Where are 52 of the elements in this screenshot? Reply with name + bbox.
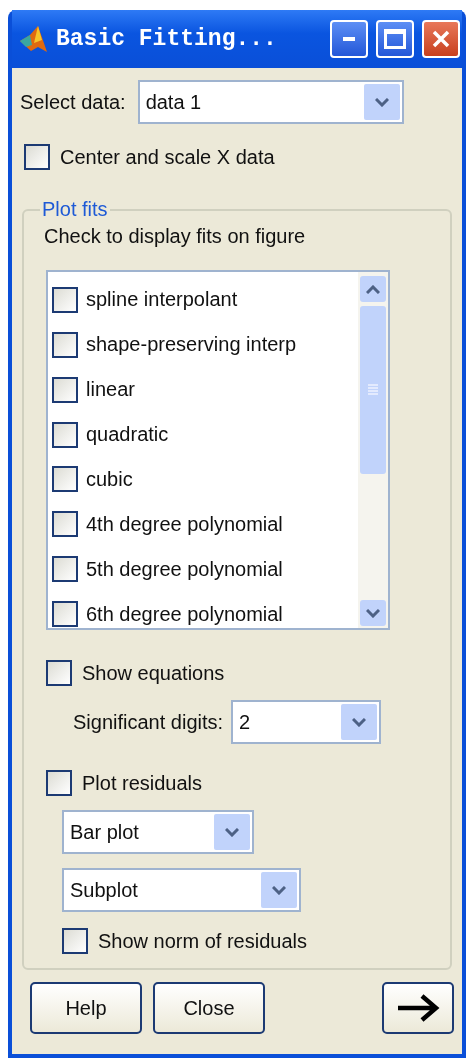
minimize-icon xyxy=(343,37,355,41)
chevron-down-icon xyxy=(366,608,380,618)
chevron-down-icon xyxy=(352,717,367,727)
show-norm-label: Show norm of residuals xyxy=(98,929,307,953)
fit-label: quadratic xyxy=(86,423,169,447)
close-icon xyxy=(431,29,451,49)
chevron-down-icon xyxy=(225,827,239,837)
fit-label: linear xyxy=(86,378,135,402)
app-logo-icon xyxy=(18,25,48,53)
dropdown[interactable]: Bar plot xyxy=(62,810,254,854)
significant-digits-label: Significant digits: xyxy=(73,710,224,734)
fit-label: shape-preserving interp xyxy=(86,333,297,357)
show-norm-checkbox[interactable] xyxy=(62,928,88,954)
grip-icon xyxy=(368,383,378,397)
chevron-up-icon xyxy=(366,284,380,294)
fit-checkbox[interactable] xyxy=(52,601,78,628)
chevron-down-icon xyxy=(374,97,389,107)
dropdown[interactable]: data 1 xyxy=(137,80,404,124)
fit-checkbox[interactable] xyxy=(52,376,78,403)
fit-checkbox[interactable] xyxy=(52,286,78,313)
minimize-button[interactable] xyxy=(330,20,368,58)
next-button[interactable] xyxy=(382,982,454,1034)
maximize-icon xyxy=(384,29,406,49)
group-title: Plot fits xyxy=(41,198,109,221)
fit-checkbox[interactable] xyxy=(52,466,78,493)
dropdown[interactable]: Subplot xyxy=(62,868,301,912)
dropdown[interactable]: 2 xyxy=(231,700,382,744)
center-scale-checkbox[interactable] xyxy=(24,144,50,170)
close-button[interactable] xyxy=(422,20,460,58)
window-title: Basic Fitting... xyxy=(56,26,278,52)
close-dialog-button[interactable]: Close xyxy=(153,982,265,1034)
plot-residuals-checkbox[interactable] xyxy=(46,770,72,796)
help-button[interactable]: Help xyxy=(30,982,142,1034)
fit-checkbox[interactable] xyxy=(52,556,78,583)
fit-checkbox[interactable] xyxy=(52,421,78,448)
select-data-label: Select data: xyxy=(20,90,126,114)
fit-label: spline interpolant xyxy=(86,288,238,312)
center-scale-label: Center and scale X data xyxy=(60,145,275,169)
fit-checkbox[interactable] xyxy=(52,331,78,358)
fit-label: 5th degree polynomial xyxy=(86,557,283,581)
show-equations-checkbox[interactable] xyxy=(46,660,72,686)
scrollbar[interactable] xyxy=(358,272,388,628)
fit-label: 6th degree polynomial xyxy=(86,602,283,626)
arrow-right-icon xyxy=(396,993,440,1023)
maximize-button[interactable] xyxy=(376,20,414,58)
plot-residuals-label: Plot residuals xyxy=(82,771,203,795)
show-equations-label: Show equations xyxy=(82,661,225,685)
instruction-text: Check to display fits on figure xyxy=(44,225,307,248)
chevron-down-icon xyxy=(272,885,286,895)
fit-label: 4th degree polynomial xyxy=(86,512,283,536)
fit-label: cubic xyxy=(86,467,133,491)
fit-checkbox[interactable] xyxy=(52,511,78,538)
